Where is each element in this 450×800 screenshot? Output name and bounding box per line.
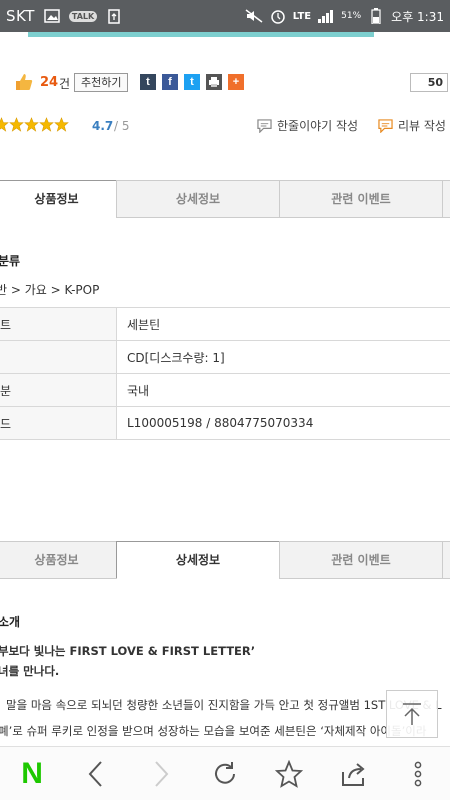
recommend-button[interactable]: 추천하기 <box>74 73 129 92</box>
star-icon <box>39 117 54 132</box>
alarm-icon <box>269 8 287 24</box>
intro-headline: 부보다 빛나는 FIRST LOVE & FIRST LETTER’ <box>0 644 256 658</box>
table-row: 드 L100005198 / 8804775070334 <box>0 407 450 440</box>
status-bar: SKT TALK LTE 51% 오후 1:31 <box>0 0 450 32</box>
intro-body: 폐’로 슈퍼 루키로 인정을 받으며 성장하는 모습을 보여준 세븐틴은 ‘자체… <box>0 724 427 738</box>
naver-logo-icon: N <box>21 756 43 790</box>
battery-percent: 51% <box>341 11 362 21</box>
star-outline-icon <box>275 759 304 788</box>
print-share-button[interactable] <box>206 74 222 90</box>
share-button[interactable] <box>329 751 379 797</box>
browser-bottom-nav: N <box>0 746 450 800</box>
table-row: CD[디스크수량: 1] <box>0 341 450 374</box>
speech-bubble-icon <box>378 118 393 133</box>
clock-time: 오후 1:31 <box>391 9 444 24</box>
tab-detail-info[interactable]: 상세정보 <box>116 180 280 218</box>
scroll-to-top-button[interactable] <box>386 690 438 738</box>
category-title: 분류 <box>0 254 21 268</box>
category-breadcrumb[interactable]: 반 > 가요 > K-POP <box>0 281 99 298</box>
refresh-button[interactable] <box>200 751 250 797</box>
table-row: 분 국내 <box>0 374 450 407</box>
more-button[interactable] <box>393 751 443 797</box>
more-share-button[interactable]: + <box>228 74 244 90</box>
write-review-link[interactable]: 리뷰 작성 <box>377 117 446 134</box>
star-icon <box>24 117 39 132</box>
signal-icon <box>317 8 335 24</box>
recommend-count: 24 <box>40 75 59 90</box>
bookmark-button[interactable] <box>264 751 314 797</box>
info-value: L100005198 / 8804775070334 <box>127 416 314 430</box>
star-icon <box>9 117 24 132</box>
comment-count-box[interactable]: 50 <box>410 73 448 92</box>
write-oneline-label: 한줄이야기 작성 <box>277 119 359 133</box>
network-label: LTE <box>292 10 312 22</box>
info-value: CD[디스크수량: 1] <box>127 350 225 365</box>
kakaotalk-icon: TALK <box>68 10 98 22</box>
mute-icon <box>245 8 263 24</box>
intro-body: 말을 마음 속으로 되뇌던 청량한 소년들이 진지함을 가득 안고 첫 정규앨범… <box>6 698 442 712</box>
rating-stars <box>0 117 69 132</box>
tab-related-events[interactable]: 관련 이벤트 <box>279 541 443 579</box>
naver-home-button[interactable]: N <box>7 751 57 797</box>
write-review-label: 리뷰 작성 <box>398 119 446 133</box>
rating-score: 4.7 <box>92 119 114 133</box>
battery-icon <box>367 8 385 24</box>
image-icon <box>43 8 61 24</box>
tab-overflow[interactable] <box>442 541 450 579</box>
tab-detail-info[interactable]: 상세정보 <box>116 541 280 579</box>
info-key: 드 <box>0 407 117 439</box>
tumblr-share-button[interactable]: t <box>140 74 156 90</box>
info-value[interactable]: 세븐틴 <box>117 316 160 333</box>
info-value: 국내 <box>127 383 150 398</box>
info-key <box>0 341 117 373</box>
refresh-icon <box>215 761 235 784</box>
write-oneline-link[interactable]: 한줄이야기 작성 <box>256 117 358 134</box>
twitter-share-button[interactable]: t <box>184 74 200 90</box>
chevron-right-icon <box>154 760 169 787</box>
recommend-unit: 건 <box>59 77 71 91</box>
arrow-up-icon <box>403 703 421 725</box>
tab-bar-bottom: 상품정보 상세정보 관련 이벤트 <box>0 541 450 579</box>
speech-bubble-icon <box>257 118 272 133</box>
tab-overflow[interactable] <box>442 180 450 218</box>
more-vertical-icon <box>414 761 422 786</box>
info-key: 분 <box>0 374 117 406</box>
carrier-label: SKT <box>6 7 35 25</box>
tab-related-events[interactable]: 관련 이벤트 <box>279 180 443 218</box>
intro-headline: 녀를 만나다. <box>0 664 60 678</box>
forward-button[interactable] <box>136 751 186 797</box>
facebook-share-button[interactable]: f <box>162 74 178 90</box>
intro-title: 소개 <box>0 615 21 629</box>
tab-bar-top: 상품정보 상세정보 관련 이벤트 <box>0 180 450 218</box>
back-button[interactable] <box>71 751 121 797</box>
star-icon <box>54 117 69 132</box>
rating-max: / 5 <box>114 119 130 133</box>
share-icon <box>341 762 365 786</box>
thumbs-up-icon <box>14 72 34 92</box>
star-icon <box>0 117 9 132</box>
chevron-left-icon <box>89 760 103 787</box>
recycle-icon <box>105 8 123 24</box>
info-key: 트 <box>0 308 117 340</box>
table-row: 트 세븐틴 <box>0 308 450 341</box>
tab-product-info[interactable]: 상품정보 <box>0 180 117 218</box>
product-info-table: 트 세븐틴 CD[디스크수량: 1] 분 국내 드 L100005198 / 8… <box>0 307 450 440</box>
recommend-row: 24 건 추천하기 t f t + 50 <box>0 72 450 98</box>
header-strip <box>28 32 374 37</box>
tab-product-info[interactable]: 상품정보 <box>0 541 117 579</box>
